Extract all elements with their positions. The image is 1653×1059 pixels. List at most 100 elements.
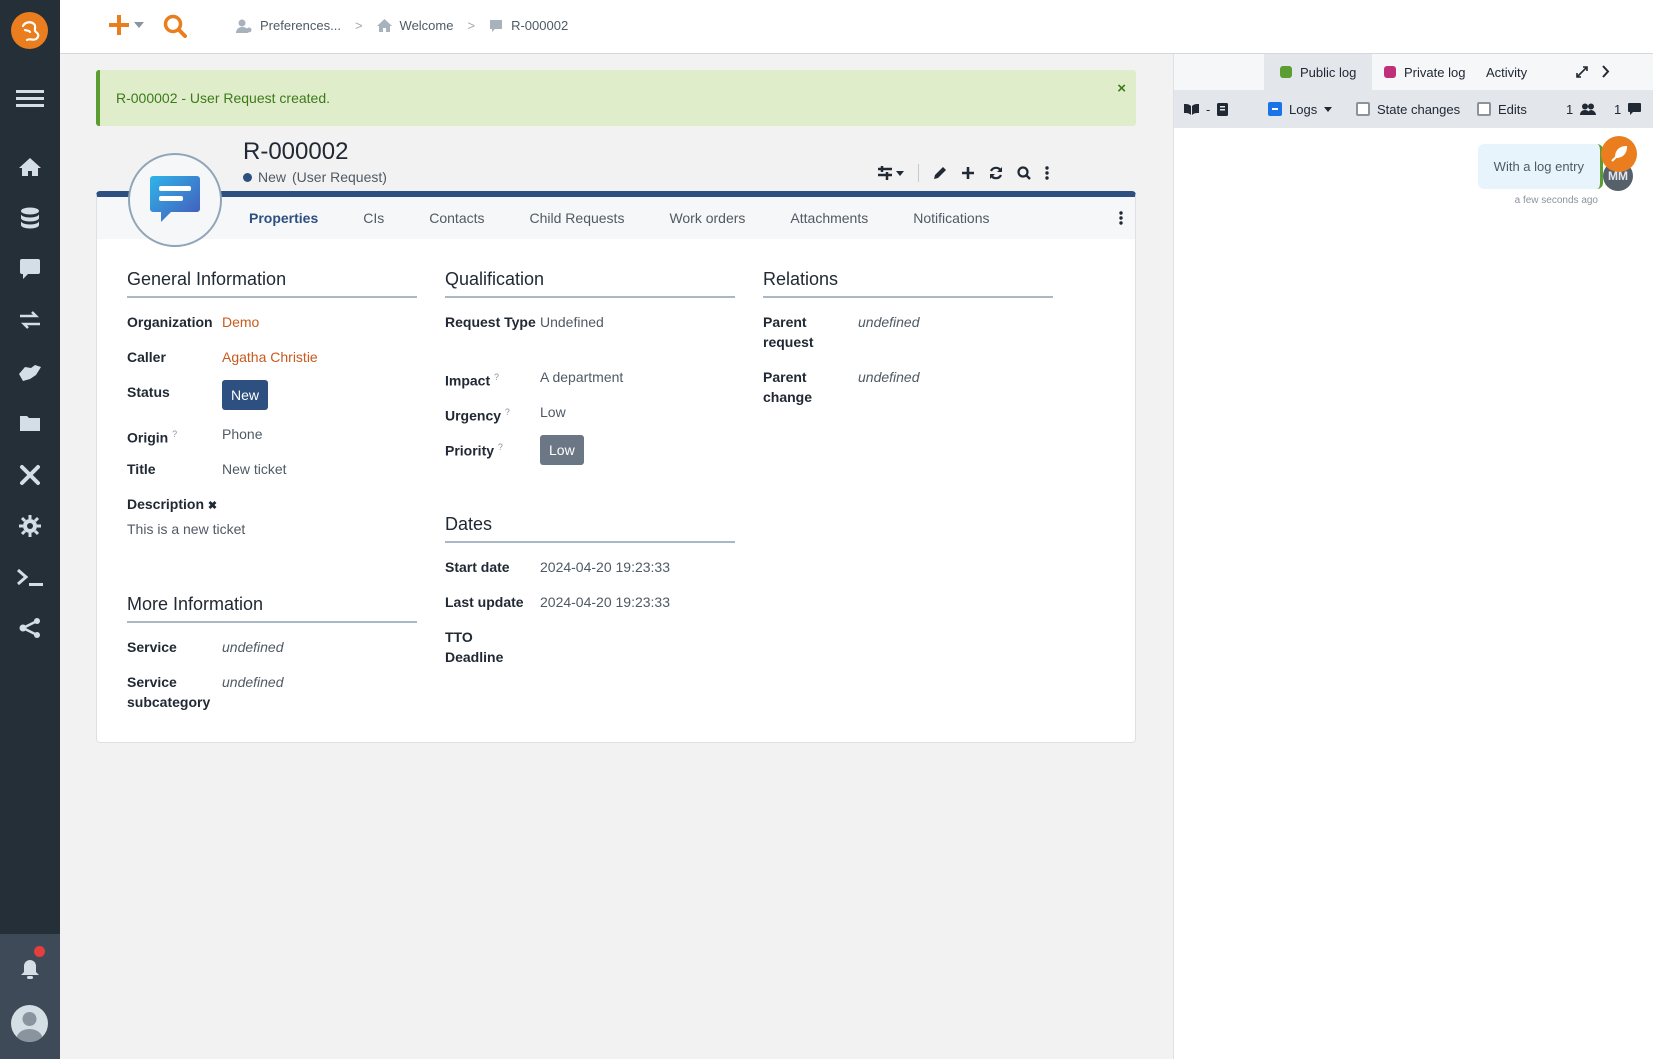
section-title: Relations: [763, 269, 1053, 298]
tab-activity[interactable]: Activity: [1470, 54, 1543, 90]
notification-badge: [34, 946, 45, 957]
messages-count: 1: [1614, 102, 1642, 117]
expand-icon[interactable]: ✖: [208, 500, 217, 512]
sidebar-bottom: [0, 934, 60, 1059]
comment-icon[interactable]: [0, 249, 60, 289]
help-icon[interactable]: ?: [505, 407, 510, 417]
tab-work-orders[interactable]: Work orders: [669, 210, 745, 226]
section-title: More Information: [127, 594, 417, 623]
object-actions: [878, 164, 1049, 182]
help-icon[interactable]: ?: [494, 372, 499, 382]
field-service-subcategory: Service subcategory undefined: [127, 674, 284, 710]
user-gear-icon: [236, 19, 252, 33]
logs-checkbox[interactable]: [1268, 102, 1282, 116]
object-details-card: Properties CIs Contacts Child Requests W…: [96, 191, 1136, 743]
search-icon[interactable]: [1017, 166, 1031, 180]
global-search-button[interactable]: [163, 14, 187, 41]
database-icon[interactable]: [0, 198, 60, 238]
exchange-icon[interactable]: [0, 300, 60, 340]
field-service: Service undefined: [127, 639, 284, 655]
help-icon[interactable]: ?: [172, 429, 177, 439]
caret-down-icon: [896, 170, 904, 176]
log-entry: With a log entry: [1477, 144, 1603, 189]
section-title: Dates: [445, 514, 735, 543]
add-entry-button[interactable]: [1601, 136, 1637, 172]
field-parent-change: Parent change undefined: [763, 369, 920, 405]
section-title: General Information: [127, 269, 417, 298]
terminal-icon[interactable]: [0, 557, 60, 597]
sidebar: [0, 0, 60, 1059]
handshake-icon[interactable]: [0, 352, 60, 392]
breadcrumb-separator: >: [354, 18, 363, 33]
activity-panel: Public log Private log Activity - Logs S…: [1173, 54, 1653, 1059]
other-actions-button[interactable]: [878, 166, 904, 180]
plus-icon[interactable]: [961, 166, 975, 180]
expand-icon[interactable]: [1576, 66, 1588, 78]
gear-icon[interactable]: [0, 506, 60, 546]
main-content: R-000002 - User Request created. × R-000…: [60, 54, 1173, 1059]
field-description-label: Description ✖: [127, 496, 218, 512]
pencil-icon[interactable]: [933, 166, 947, 180]
new-object-button[interactable]: [108, 14, 144, 36]
success-alert: R-000002 - User Request created. ×: [96, 70, 1136, 126]
logs-filter[interactable]: Logs: [1268, 102, 1333, 117]
log-toolbar: - Logs State changes Edits 1 1: [1174, 90, 1653, 128]
bell-icon[interactable]: [0, 949, 60, 989]
refresh-icon[interactable]: [989, 166, 1003, 180]
field-start-date: Start date 2024-04-20 19:23:33: [445, 559, 670, 575]
folder-icon[interactable]: [0, 403, 60, 443]
object-status: New: [258, 169, 287, 185]
tab-contacts[interactable]: Contacts: [429, 210, 484, 226]
breadcrumb-item-current[interactable]: R-000002: [511, 18, 568, 33]
field-origin: Origin ? Phone: [127, 426, 263, 446]
tools-icon[interactable]: [0, 455, 60, 495]
close-icon[interactable]: ×: [1117, 80, 1126, 97]
caller-link[interactable]: Agatha Christie: [222, 347, 318, 382]
edits-checkbox[interactable]: [1477, 102, 1491, 116]
field-organization: Organization Demo: [127, 312, 417, 347]
tab-notifications[interactable]: Notifications: [913, 210, 989, 226]
state-changes-filter[interactable]: State changes: [1356, 102, 1460, 117]
section-general-information: General Information Organization Demo Cal…: [127, 269, 417, 537]
object-subtitle: New (User Request): [243, 169, 387, 185]
field-caller: Caller Agatha Christie: [127, 347, 417, 382]
tab-attachments[interactable]: Attachments: [790, 210, 868, 226]
sliders-icon: [878, 166, 892, 180]
field-urgency: Urgency ? Low: [445, 404, 566, 424]
field-title: Title New ticket: [127, 461, 287, 477]
users-icon: [1580, 103, 1597, 115]
app-logo[interactable]: [11, 12, 48, 49]
chevron-right-icon[interactable]: [1602, 65, 1610, 78]
section-qualification: Qualification Request Type Undefined Impa…: [445, 269, 735, 472]
breadcrumb-item-preferences[interactable]: Preferences...: [260, 18, 341, 33]
users-count: 1: [1566, 102, 1597, 117]
alert-message: R-000002 - User Request created.: [116, 90, 330, 106]
expand-collapse-toggle[interactable]: -: [1184, 102, 1229, 117]
user-avatar[interactable]: [11, 1005, 48, 1042]
state-changes-checkbox[interactable]: [1356, 102, 1370, 116]
tab-private-log[interactable]: Private log: [1368, 54, 1481, 90]
field-tto-deadline: TTO Deadline: [445, 629, 504, 665]
tab-cis[interactable]: CIs: [363, 210, 384, 226]
tab-child-requests[interactable]: Child Requests: [530, 210, 625, 226]
tabs-more-icon[interactable]: [1119, 211, 1123, 225]
tab-properties[interactable]: Properties: [249, 210, 318, 226]
help-icon[interactable]: ?: [498, 442, 503, 452]
field-parent-request: Parent request undefined: [763, 314, 920, 350]
organization-link[interactable]: Demo: [222, 312, 259, 347]
tab-public-log[interactable]: Public log: [1264, 54, 1373, 90]
book-open-icon[interactable]: [1184, 103, 1199, 115]
book-closed-icon[interactable]: [1217, 102, 1229, 116]
object-class: (User Request): [292, 169, 387, 185]
log-tabs: Public log Private log Activity: [1174, 54, 1653, 90]
breadcrumb-item-welcome[interactable]: Welcome: [400, 18, 454, 33]
edits-filter[interactable]: Edits: [1477, 102, 1527, 117]
field-description-value: This is a new ticket: [127, 521, 246, 537]
home-icon[interactable]: [0, 147, 60, 187]
object-title: R-000002: [243, 138, 349, 165]
menu-icon[interactable]: [0, 78, 60, 118]
log-entry-time: a few seconds ago: [1514, 195, 1598, 206]
kebab-menu-icon[interactable]: [1045, 166, 1049, 180]
share-icon[interactable]: [0, 608, 60, 648]
caret-down-icon: [1324, 106, 1333, 112]
